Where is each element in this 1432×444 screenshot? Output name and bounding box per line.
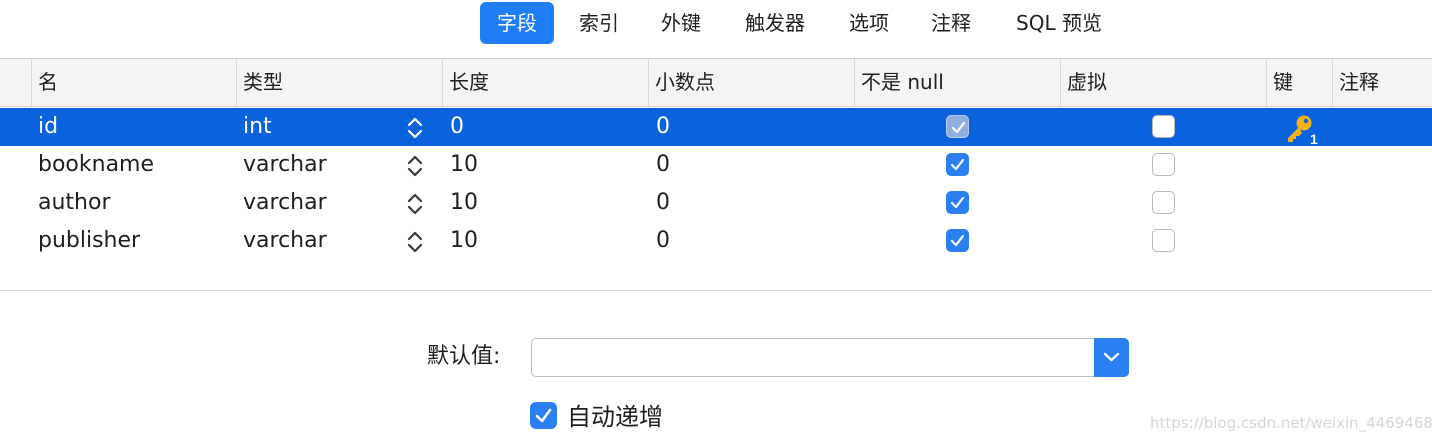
- column-header-comment[interactable]: 注释: [1332, 59, 1432, 106]
- checkmark-icon: [951, 121, 966, 134]
- table-row[interactable]: publisher varchar 10 0: [0, 222, 1432, 260]
- column-header-length[interactable]: 长度: [442, 59, 648, 106]
- column-header-name[interactable]: 名: [31, 59, 236, 106]
- checkmark-icon: [950, 158, 965, 171]
- field-length[interactable]: 10: [450, 146, 478, 184]
- tab-options[interactable]: 选项: [836, 2, 902, 44]
- not-null-checkbox[interactable]: [946, 191, 969, 214]
- field-name[interactable]: publisher: [38, 222, 140, 260]
- not-null-checkbox[interactable]: [946, 115, 969, 138]
- virtual-checkbox[interactable]: [1152, 115, 1175, 138]
- field-length[interactable]: 10: [450, 184, 478, 222]
- tab-sql-preview[interactable]: SQL 预览: [1000, 2, 1118, 44]
- column-header-type[interactable]: 类型: [236, 59, 442, 106]
- default-value-combobox[interactable]: [531, 338, 1129, 377]
- table-row[interactable]: author varchar 10 0: [0, 184, 1432, 222]
- tab-indexes[interactable]: 索引: [567, 2, 631, 44]
- not-null-checkbox[interactable]: [946, 153, 969, 176]
- up-down-chevron-icon[interactable]: [406, 153, 424, 179]
- tab-fields[interactable]: 字段: [480, 2, 554, 44]
- field-decimals[interactable]: 0: [656, 146, 670, 184]
- chevron-down-icon: [1103, 352, 1120, 362]
- checkmark-icon: [535, 408, 552, 423]
- table-header: 名 类型 长度 小数点 不是 null 虚拟 键 注释: [0, 59, 1432, 107]
- watermark: https://blog.csdn.net/weixin_44694682: [1150, 414, 1432, 432]
- field-decimals[interactable]: 0: [656, 184, 670, 222]
- key-index: 1: [1310, 131, 1318, 146]
- auto-increment-checkbox[interactable]: [530, 402, 557, 429]
- field-decimals[interactable]: 0: [656, 108, 670, 146]
- virtual-checkbox[interactable]: [1152, 153, 1175, 176]
- up-down-chevron-icon[interactable]: [406, 191, 424, 217]
- table-row[interactable]: id int 0 0 1: [0, 108, 1432, 146]
- field-type[interactable]: int: [243, 108, 272, 146]
- checkmark-icon: [950, 196, 965, 209]
- field-type[interactable]: varchar: [243, 184, 327, 222]
- auto-increment-label[interactable]: 自动递增: [567, 400, 663, 434]
- virtual-checkbox[interactable]: [1152, 229, 1175, 252]
- field-length[interactable]: 10: [450, 222, 478, 260]
- field-type[interactable]: varchar: [243, 222, 327, 260]
- key-icon: 1: [1288, 115, 1318, 146]
- tab-comments[interactable]: 注释: [918, 2, 984, 44]
- field-length[interactable]: 0: [450, 108, 464, 146]
- field-decimals[interactable]: 0: [656, 222, 670, 260]
- column-header-decimals[interactable]: 小数点: [648, 59, 854, 106]
- field-name[interactable]: id: [38, 108, 58, 146]
- up-down-chevron-icon[interactable]: [406, 229, 424, 255]
- table-row[interactable]: bookname varchar 10 0: [0, 146, 1432, 184]
- column-header-virtual[interactable]: 虚拟: [1060, 59, 1266, 106]
- dropdown-button[interactable]: [1094, 338, 1129, 377]
- virtual-checkbox[interactable]: [1152, 191, 1175, 214]
- field-name[interactable]: author: [38, 184, 111, 222]
- tab-bar: 字段 索引 外键 触发器 选项 注释 SQL 预览: [0, 2, 1432, 46]
- column-header-not-null[interactable]: 不是 null: [854, 59, 1060, 106]
- checkmark-icon: [950, 234, 965, 247]
- default-value-label: 默认值:: [427, 344, 501, 369]
- field-type[interactable]: varchar: [243, 146, 327, 184]
- divider: [0, 290, 1432, 291]
- column-header-key[interactable]: 键: [1266, 59, 1332, 106]
- not-null-checkbox[interactable]: [946, 229, 969, 252]
- up-down-chevron-icon[interactable]: [406, 115, 424, 141]
- field-name[interactable]: bookname: [38, 146, 154, 184]
- tab-foreign-keys[interactable]: 外键: [648, 2, 714, 44]
- tab-triggers[interactable]: 触发器: [731, 2, 819, 44]
